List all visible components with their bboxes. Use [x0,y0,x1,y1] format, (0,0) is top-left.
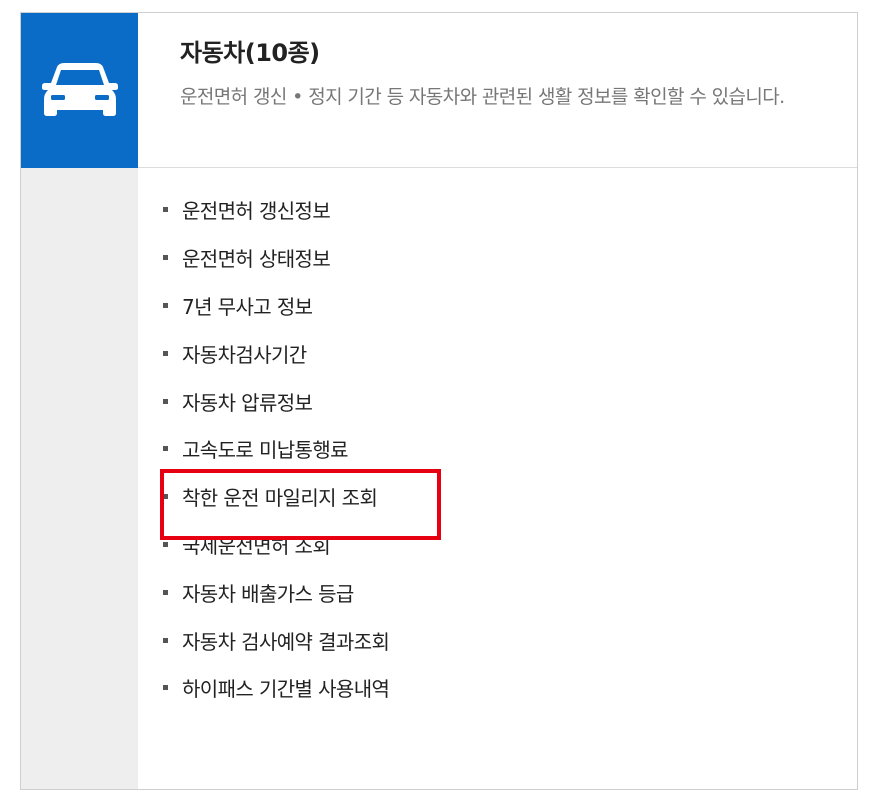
bullet-icon [163,541,168,547]
list-item-label: 고속도로 미납통행료 [182,438,349,463]
car-icon [41,62,118,116]
list-item[interactable]: 자동차 검사예약 결과조회 [163,616,390,664]
list-item-highlighted[interactable]: 착한 운전 마일리지 조회 [163,473,389,521]
category-card: 자동차(10종) 운전면허 갱신 • 정지 기간 등 자동차와 관련된 생활 정… [20,12,858,790]
list-item[interactable]: 운전면허 상태정보 [163,234,389,282]
category-icon-box [21,13,138,168]
list-item-label: 운전면허 갱신정보 [182,199,331,224]
list-item-label: 자동차 검사예약 결과조회 [182,629,390,654]
bullet-icon [163,494,168,500]
category-header: 자동차(10종) 운전면허 갱신 • 정지 기간 등 자동차와 관련된 생활 정… [138,13,857,168]
category-description: 운전면허 갱신 • 정지 기간 등 자동차와 관련된 생활 정보를 확인할 수 … [180,86,785,108]
list-item[interactable]: 고속도로 미납통행료 [163,425,389,473]
list-item-label: 국제운전면허 조회 [182,533,331,558]
list-item-label: 자동차 배출가스 등급 [182,581,354,606]
list-item-label: 운전면허 상태정보 [182,247,331,272]
list-item[interactable]: 국제운전면허 조회 [163,521,389,569]
service-list: 운전면허 갱신정보 운전면허 상태정보 7년 무사고 정보 자동차검사기간 자동… [163,186,390,712]
bullet-icon [163,350,168,356]
category-title: 자동차(10종) [180,39,320,67]
list-item-label: 7년 무사고 정보 [182,294,313,319]
list-item[interactable]: 자동차 배출가스 등급 [163,568,389,616]
list-item[interactable]: 자동차검사기간 [163,329,389,377]
bullet-icon [163,255,168,261]
list-item[interactable]: 하이패스 기간별 사용내역 [163,664,390,712]
bullet-icon [163,398,168,404]
list-item[interactable]: 7년 무사고 정보 [163,282,389,330]
list-item-label: 자동차검사기간 [182,342,307,367]
list-item[interactable]: 운전면허 갱신정보 [163,186,389,234]
bullet-icon [163,207,168,213]
bullet-icon [163,446,168,452]
list-item-label: 착한 운전 마일리지 조회 [182,486,378,511]
bullet-icon [163,685,168,691]
list-item-label: 하이패스 기간별 사용내역 [182,677,390,702]
bullet-icon [163,589,168,595]
bullet-icon [163,637,168,643]
list-item-label: 자동차 압류정보 [182,390,313,415]
bullet-icon [163,302,168,308]
list-item[interactable]: 자동차 압류정보 [163,377,389,425]
